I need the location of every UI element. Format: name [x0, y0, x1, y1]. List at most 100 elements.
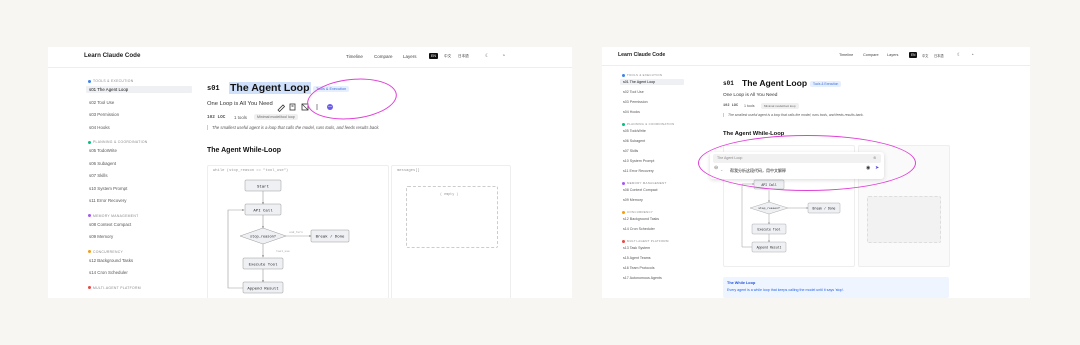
section-color-dot	[88, 214, 91, 218]
moon-icon[interactable]: ☾	[957, 52, 961, 58]
sidebar-item[interactable]: s15 Agent Teams	[620, 255, 654, 261]
loc-count: 102 LOC	[207, 115, 226, 120]
sidebar-item[interactable]: s06 Subagent	[620, 138, 648, 144]
nav-timeline[interactable]: Timeline	[839, 53, 853, 57]
sidebar-item[interactable]: s03 Permission	[620, 99, 651, 105]
sidebar-item[interactable]: s06 Subagent	[86, 160, 119, 167]
sidebar-item[interactable]: s14 Cron Scheduler	[620, 226, 658, 232]
copy-icon[interactable]	[289, 103, 296, 111]
sidebar-item[interactable]: s01 The Agent Loop	[620, 79, 684, 85]
flow-node-label: Break / Done	[316, 235, 345, 240]
lang-en[interactable]: EN	[429, 53, 438, 59]
sidebar-item[interactable]: s08 Context Compact	[86, 221, 134, 228]
sidebar-section-label: PLANNING & COORDINATION	[93, 140, 148, 144]
nav-compare[interactable]: Compare	[863, 53, 879, 57]
nav-layers[interactable]: Layers	[887, 53, 898, 57]
sidebar-section-label: TOOLS & EXECUTION	[93, 79, 134, 83]
section-color-dot	[622, 122, 625, 126]
lang-ja[interactable]: 日本語	[932, 52, 946, 59]
summary-pill: Minimal model/tool loop	[761, 103, 799, 109]
annotation-ellipse	[698, 135, 916, 191]
messages-caption: messages[]	[397, 169, 420, 173]
sidebar-item[interactable]: s11 Error Recovery	[86, 197, 130, 204]
info-text: Every agent is a while loop that keeps c…	[727, 288, 845, 292]
github-icon[interactable]: ◔	[502, 53, 505, 59]
edge-label: end_turn	[289, 230, 303, 234]
lesson-quote: The smallest useful agent is a loop that…	[723, 113, 864, 117]
sidebar-section-label: MEMORY MANAGEMENT	[627, 181, 667, 185]
sidebar-item[interactable]: s07 Skills	[86, 172, 111, 179]
brand-title[interactable]: Learn Claude Code	[618, 52, 665, 58]
lang-zh[interactable]: 中文	[442, 53, 453, 60]
flow-node-label: stop_reason?	[758, 207, 780, 210]
sidebar-section-header: TOOLS & EXECUTION	[622, 73, 662, 77]
flow-diagram: Start API Call stop_reason? end_turn Bre…	[227, 179, 350, 294]
sidebar-item[interactable]: s03 Permission	[86, 111, 122, 118]
sidebar-item[interactable]: s09 Memory	[86, 233, 116, 240]
sidebar-item[interactable]: s12 Background Tasks	[86, 257, 136, 264]
subtitle: One Loop is All You Need	[723, 93, 778, 98]
sidebar-item[interactable]: s04 Hooks	[620, 109, 643, 115]
page-title: The Agent Loop	[229, 82, 311, 94]
nav-timeline[interactable]: Timeline	[346, 54, 363, 59]
lang-zh[interactable]: 中文	[920, 52, 930, 59]
lang-ja[interactable]: 日本語	[456, 53, 471, 60]
sidebar-item[interactable]: s02 Tool Use	[86, 99, 117, 106]
sidebar-section-header: MEMORY MANAGEMENT	[622, 181, 667, 185]
github-icon[interactable]: ◔	[971, 52, 974, 57]
flow-node-label: Execute Tool	[758, 228, 781, 232]
sidebar-item[interactable]: s07 Skills	[620, 148, 641, 154]
lesson-code: s01	[207, 85, 220, 93]
section-title: The Agent While-Loop	[207, 147, 282, 154]
nav-compare[interactable]: Compare	[374, 54, 393, 59]
sidebar-item[interactable]: s01 The Agent Loop	[86, 86, 192, 93]
sidebar-item[interactable]: s08 Context Compact	[620, 187, 661, 193]
sidebar-item[interactable]: s09 Memory	[620, 197, 646, 203]
messages-card: messages[] ( empty )	[391, 165, 511, 298]
flow-diagram-card: while (stop_reason == "tool_use") Start …	[207, 165, 389, 298]
sidebar-item[interactable]: s05 TodoWrite	[620, 128, 649, 134]
flow-node-label: stop_reason?	[250, 235, 276, 240]
sidebar-item[interactable]: s05 TodoWrite	[86, 147, 120, 154]
brand-title[interactable]: Learn Claude Code	[84, 52, 140, 59]
sidebar-section-header: CONCURRENCY	[88, 250, 123, 254]
nav-layers[interactable]: Layers	[403, 54, 417, 59]
flow-node-label: Start	[257, 185, 269, 190]
sidebar-item[interactable]: s11 Error Recovery	[620, 168, 657, 174]
top-header: Learn Claude Code Timeline Compare Layer…	[602, 47, 1030, 66]
messages-empty-box: ( empty )	[406, 186, 498, 248]
sidebar-item[interactable]: s14 Cron Scheduler	[86, 269, 131, 276]
sidebar-item[interactable]: s12 Background Tasks	[620, 216, 662, 222]
sidebar-item[interactable]: s13 Task System	[620, 245, 653, 251]
tool-count: 1 tools	[744, 104, 755, 108]
sidebar-item[interactable]: s17 Autonomous Agents	[620, 275, 665, 281]
flow-node-label: Execute Tool	[249, 263, 278, 268]
sidebar-section-label: MULTI-AGENT PLATFORM	[627, 239, 669, 243]
section-color-dot	[88, 286, 91, 290]
sidebar-item[interactable]: s16 Team Protocols	[620, 265, 658, 271]
sidebar-section-header: MULTI-AGENT PLATFORM	[622, 239, 669, 243]
page-title: The Agent Loop	[742, 78, 808, 88]
sidebar-item[interactable]: s10 System Prompt	[86, 185, 130, 192]
lesson-quote: The smallest useful agent is a loop that…	[207, 125, 380, 130]
sidebar-section-label: CONCURRENCY	[627, 210, 654, 214]
empty-text: ( empty )	[440, 193, 459, 197]
top-header: Learn Claude Code Timeline Compare Layer…	[48, 47, 572, 68]
loc-count: 102 LOC	[723, 104, 739, 108]
moon-icon[interactable]: ☾	[485, 53, 489, 59]
section-color-dot	[88, 140, 91, 144]
messages-empty-box	[867, 196, 941, 243]
sidebar-item[interactable]: s02 Tool Use	[620, 89, 647, 95]
sidebar-item[interactable]: s04 Hooks	[86, 124, 113, 131]
info-callout: The While Loop Every agent is a while lo…	[723, 277, 949, 298]
sidebar-section-label: MEMORY MANAGEMENT	[93, 213, 139, 218]
left-screenshot-panel: Learn Claude Code Timeline Compare Layer…	[48, 47, 572, 298]
pencil-icon[interactable]	[277, 104, 286, 113]
sidebar-section-header: PLANNING & COORDINATION	[622, 122, 674, 126]
flow-node-label: Append Result	[757, 246, 782, 250]
sidebar-item[interactable]: s10 System Prompt	[620, 158, 657, 164]
flow-node-label: Break / Done	[813, 207, 836, 211]
sidebar-section-header: CONCURRENCY	[622, 210, 653, 214]
lang-en[interactable]: EN	[909, 52, 918, 58]
summary-pill: Minimal model/tool loop	[254, 114, 298, 120]
